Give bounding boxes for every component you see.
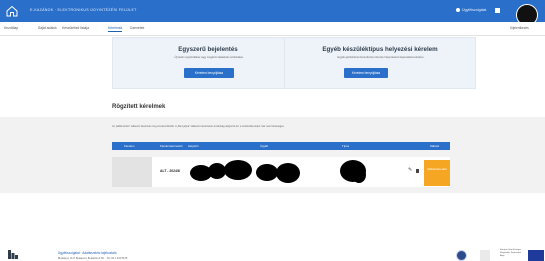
submit-other-request-button[interactable]: Kérelem benyújtása [344,68,388,78]
other-request-card: Egyéb készüléktípus helyezési kérelem Eg… [284,37,476,89]
nav-item-home[interactable]: Kezdőlap [4,26,18,30]
nav-item-requests[interactable]: Kérelmek [108,26,123,32]
seal-icon [456,250,467,261]
column-header: Státusz [430,144,440,148]
submit-request-button[interactable]: Kérelem benyújtása [184,68,234,78]
request-thumbnail [112,157,152,187]
simple-request-card: Egyszerű bejelentés Új kazán regisztrálá… [112,37,304,89]
column-header: Ügyfél [260,144,268,148]
notification-icon[interactable] [495,8,500,13]
eu-flag-icon [528,250,544,261]
section-title: Rögzített kérelmek [112,104,166,110]
status-badge: Előkészítés alatt [424,160,450,186]
main-nav: Kezdőlap Saját adatok Készülékek listája… [0,22,545,36]
card-title: Egyéb készüléktípus helyezési kérelem [322,46,438,53]
card-title: Egyszerű bejelentés [178,46,238,53]
footer-links[interactable]: Ügyfélszolgálat · Adatkezelési tájékozta… [58,251,117,255]
nav-item-profile[interactable]: Saját adatok [38,26,57,30]
logo-icon [8,250,18,259]
redacted-mark [352,167,366,183]
top-bar: E-KAZÁNOK · ELEKTRONIKUS ÜGYINTÉZÉSI FEL… [0,0,545,26]
eu-text: Európai Unió Európai Regionális Fejleszt… [500,249,522,257]
redacted-mark [276,163,300,183]
column-header: Kérelem [124,144,135,148]
info-text: Az „Előkészítés” státuszú kérelmek még s… [112,125,285,128]
nav-item-devices[interactable]: Készülékek listája [62,26,89,30]
redacted-mark [256,164,278,181]
column-header: Típus [342,144,349,148]
delete-icon[interactable] [416,169,419,173]
home-icon[interactable] [6,5,18,17]
card-description: Egyéb gáztüzelésű berendezés üzembe hely… [337,56,425,59]
app-title[interactable]: E-KAZÁNOK · ELEKTRONIKUS ÜGYINTÉZÉSI FEL… [30,8,137,12]
language-label: Ügyfélszolgálat [462,8,487,12]
table-header: Kérelem Kérelemazonosító Helyszín Ügyfél… [112,142,450,150]
badge-icon [480,250,490,261]
logout-link[interactable]: Kijelentkezés [510,26,529,30]
footer-address: Budapest, 1117 Budapest, Budafoki út 59.… [58,257,128,260]
card-description: Új kazán regisztrálása vagy meglévő adat… [174,56,244,59]
language-switch[interactable]: Ügyfélszolgálat [456,8,486,12]
column-header: Helyszín [188,144,199,148]
redacted-mark [224,160,252,180]
globe-icon [456,8,460,12]
request-code: ALT - 2024/8 [160,169,180,173]
footer: Ügyfélszolgálat · Adatkezelési tájékozta… [0,232,545,261]
nav-item-messages[interactable]: Üzenetek [130,26,144,30]
table-row[interactable]: ALT - 2024/8 ✎ Előkészítés alatt [112,157,450,187]
edit-icon[interactable]: ✎ [408,168,413,173]
column-header: Kérelemazonosító [160,144,183,148]
